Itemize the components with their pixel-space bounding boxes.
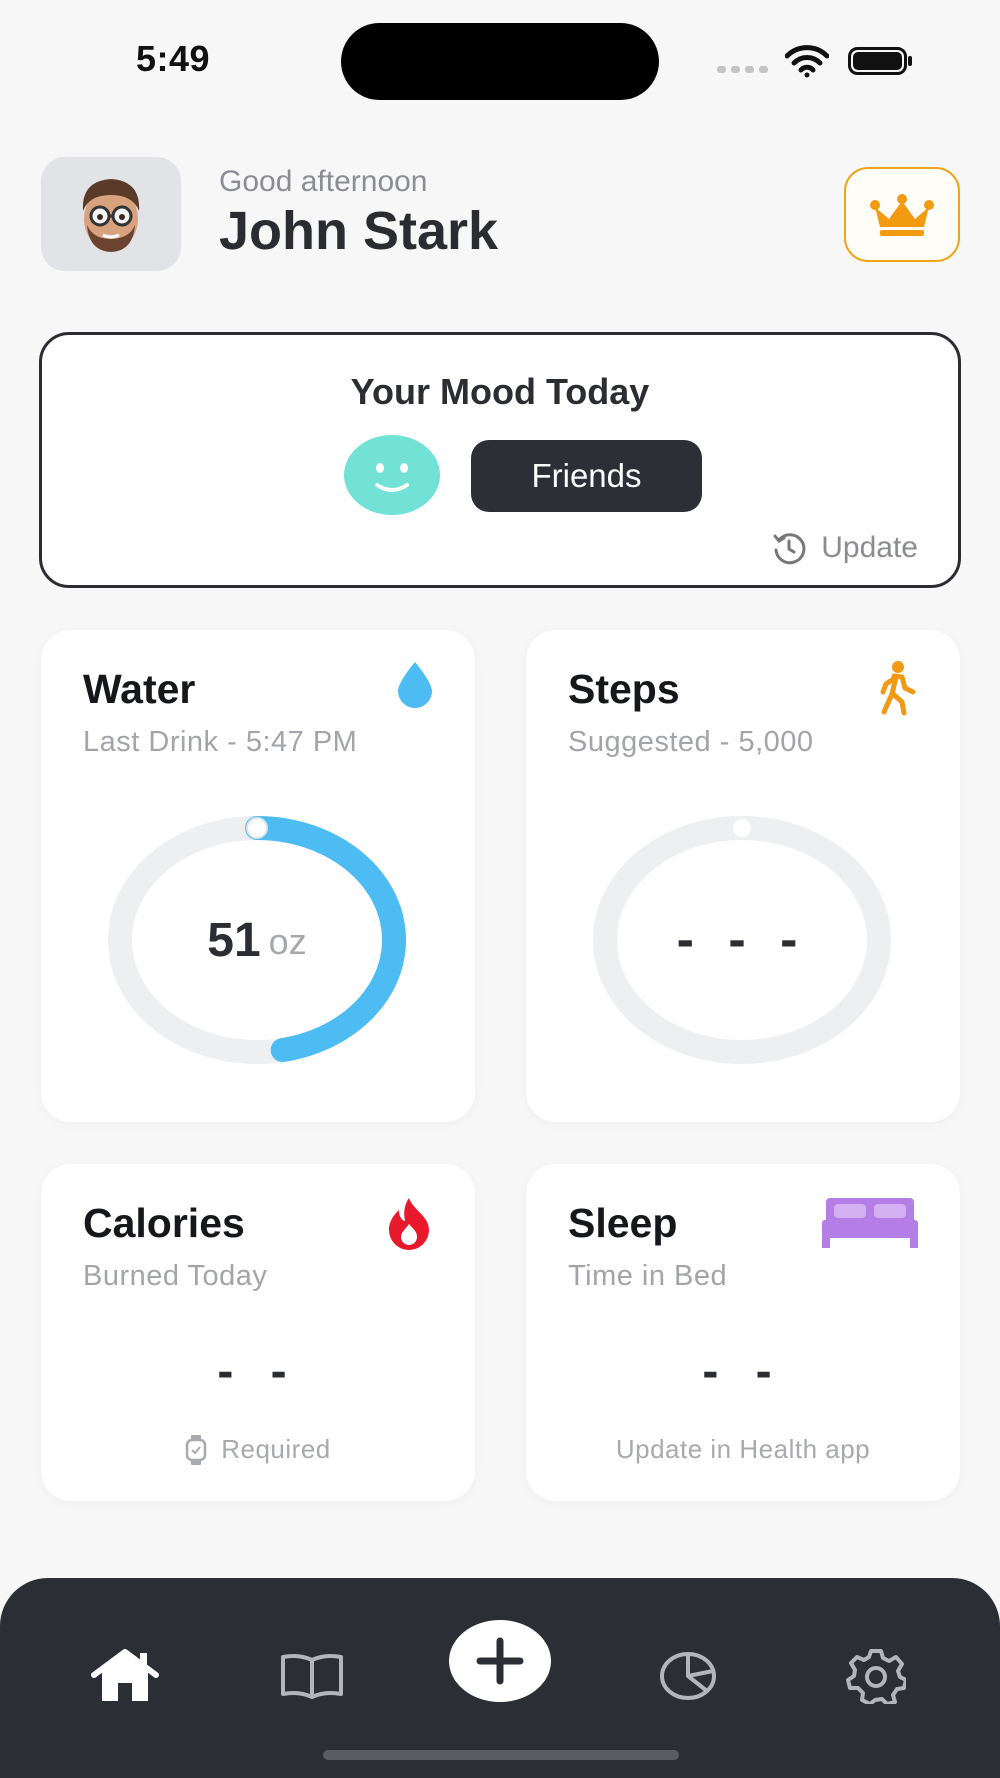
- water-card[interactable]: Water Last Drink - 5:47 PM 51 oz: [41, 630, 475, 1122]
- mood-title: Your Mood Today: [350, 371, 650, 412]
- walking-icon: [880, 661, 916, 716]
- calories-footer-label: Required: [221, 1434, 331, 1464]
- add-icon: [476, 1637, 524, 1685]
- cellular-signal-icon: [717, 66, 768, 73]
- water-unit: oz: [268, 921, 307, 962]
- flame-icon: [389, 1198, 429, 1250]
- water-value: 51 oz: [107, 815, 407, 1065]
- tab-home[interactable]: [85, 1636, 165, 1716]
- wifi-icon: [785, 45, 829, 78]
- mood-card[interactable]: Your Mood Today Friends Update: [39, 332, 961, 588]
- smiley-face-icon[interactable]: [344, 435, 440, 515]
- tab-journal[interactable]: [272, 1636, 352, 1716]
- calories-card[interactable]: Calories Burned Today - - Required: [41, 1164, 475, 1501]
- memoji-avatar-icon: [82, 179, 140, 252]
- battery-icon: [848, 47, 912, 75]
- water-subtitle: Last Drink - 5:47 PM: [83, 726, 358, 758]
- calories-value: - -: [217, 1345, 299, 1398]
- dynamic-island: [341, 23, 659, 100]
- user-name: John Stark: [219, 201, 499, 261]
- tab-stats[interactable]: [648, 1636, 728, 1716]
- mood-update-button[interactable]: Update: [771, 530, 918, 566]
- bed-icon: [822, 1198, 918, 1248]
- steps-card[interactable]: Steps Suggested - 5,000 - - -: [526, 630, 960, 1122]
- settings-gear-icon: [846, 1649, 906, 1704]
- home-screen: 5:49 Good afternoon John Stark Your Mood…: [0, 0, 1000, 1778]
- sleep-footer-label: Update in Health app: [615, 1434, 871, 1464]
- stats-pie-icon: [660, 1652, 716, 1700]
- add-button[interactable]: [449, 1620, 551, 1702]
- greeting-text: Good afternoon: [219, 165, 428, 198]
- calories-subtitle: Burned Today: [83, 1260, 268, 1292]
- steps-title: Steps: [568, 666, 680, 712]
- premium-button[interactable]: [844, 167, 960, 262]
- sleep-value: - -: [702, 1345, 784, 1398]
- calories-title: Calories: [83, 1200, 245, 1246]
- crown-icon: [870, 193, 934, 236]
- sleep-footer: Update in Health app: [526, 1434, 960, 1465]
- mood-tag-chip[interactable]: Friends: [471, 440, 702, 512]
- journal-book-icon: [281, 1654, 343, 1699]
- water-title: Water: [83, 666, 196, 712]
- tab-settings[interactable]: [836, 1636, 916, 1716]
- watch-icon: [185, 1434, 207, 1465]
- calories-footer: Required: [41, 1434, 475, 1465]
- sleep-subtitle: Time in Bed: [568, 1260, 728, 1292]
- status-time: 5:49: [136, 38, 211, 79]
- home-indicator: [323, 1750, 679, 1760]
- mood-update-label: Update: [821, 531, 918, 564]
- steps-subtitle: Suggested - 5,000: [568, 726, 814, 758]
- refresh-clock-icon: [773, 533, 806, 565]
- water-drop-icon: [398, 662, 432, 708]
- avatar[interactable]: [41, 157, 181, 271]
- steps-value: - - -: [592, 815, 892, 1065]
- sleep-title: Sleep: [568, 1200, 678, 1246]
- water-amount: 51: [207, 913, 261, 967]
- home-icon: [91, 1649, 159, 1701]
- steps-amount: - - -: [676, 911, 808, 969]
- tab-bar: [0, 1578, 1000, 1778]
- sleep-card[interactable]: Sleep Time in Bed - - Update in Health a…: [526, 1164, 960, 1501]
